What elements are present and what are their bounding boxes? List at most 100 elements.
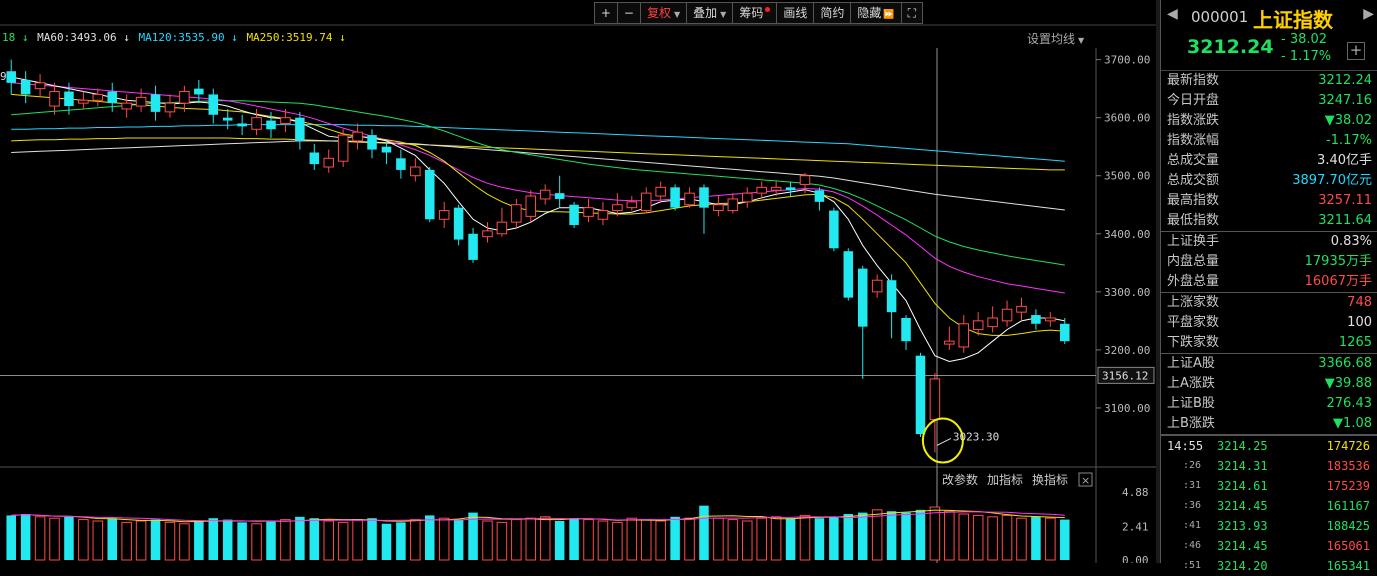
stat-label: 上证A股: [1167, 356, 1215, 371]
candle-body-up: [626, 201, 638, 209]
stat-row: 最新指数 3212.24: [1161, 71, 1377, 91]
candle-body-up: [438, 210, 450, 220]
stat-label: 上B涨跌: [1167, 416, 1215, 431]
tick-row: :36 3214.45 161167: [1161, 496, 1377, 516]
chevron-down-icon: ▼: [720, 10, 727, 19]
candle-body-down: [857, 268, 868, 327]
candle-body-down: [222, 117, 233, 121]
candle-body-up: [958, 323, 970, 348]
chevron-down-icon: ▼: [1078, 36, 1085, 45]
tick-list: 14:55 3214.25 174726:26 3214.31 183536:31 321…: [1161, 434, 1377, 576]
tick-time: :26: [1183, 460, 1202, 471]
candle-body-down: [381, 146, 392, 153]
draw-line-button[interactable]: 画线: [776, 2, 815, 24]
switch-indicator-button[interactable]: 换指标: [1032, 472, 1068, 487]
tick-volume: 161167: [1326, 499, 1370, 513]
stat-value: 1265: [1338, 335, 1372, 350]
edit-params-button[interactable]: 改参数: [942, 472, 978, 487]
candle-body-down: [295, 117, 305, 141]
chips-label: 筹码: [739, 6, 764, 20]
stat-value: 3366.68: [1318, 356, 1372, 371]
candle-body-down: [1031, 315, 1041, 324]
price-axis-label: 3600.00: [1104, 112, 1150, 125]
tick-price: 3214.25: [1217, 439, 1268, 453]
stat-label: 内盘总量: [1167, 254, 1220, 269]
chevron-down-icon: ▼: [673, 10, 681, 19]
tick-volume: 165061: [1326, 539, 1370, 553]
volume-bar-up: [583, 519, 594, 561]
forward-arrow-icon[interactable]: ▶: [1363, 6, 1374, 22]
ma-settings-button[interactable]: 设置均线 ▼: [1027, 30, 1084, 47]
tick-volume: 174726: [1326, 439, 1370, 453]
price-axis-label: 3200.00: [1104, 344, 1150, 357]
overlay-label: 叠加: [693, 6, 718, 20]
back-arrow-icon[interactable]: ◀: [1167, 6, 1178, 22]
candle-body-up: [1016, 305, 1027, 313]
volume-bar-down: [1060, 519, 1070, 560]
stat-value: 3.40亿手: [1317, 153, 1372, 168]
add-indicator-button[interactable]: 加指标: [987, 472, 1023, 487]
stat-label: 总成交额: [1167, 173, 1220, 188]
volume-bar-down: [237, 522, 247, 560]
ma-yellow-line: [11, 93, 1065, 336]
candle-body-up: [684, 192, 695, 206]
index-name: 上证指数: [1253, 8, 1333, 32]
stat-row: 上B涨跌 ▼1.08: [1161, 414, 1377, 434]
stat-label: 上涨家数: [1167, 295, 1220, 310]
candle-body-up: [525, 195, 537, 217]
stat-value: 276.43: [1326, 396, 1373, 411]
index-code: 000001: [1191, 8, 1249, 26]
volume-bar-down: [554, 520, 565, 560]
zoom-out-button[interactable]: −: [616, 2, 641, 24]
volume-bar-up: [684, 517, 695, 561]
candle-body-down: [843, 251, 854, 298]
hide-button[interactable]: 隐藏 ⏩: [850, 2, 902, 24]
zoom-in-button[interactable]: +: [593, 2, 618, 24]
candle-body-down: [266, 120, 276, 130]
quote-panel: ◀ 000001 上证指数 ▶ 3212.24 - 38.02 - 1.17% …: [1160, 0, 1377, 573]
ma-settings-label: 设置均线: [1027, 32, 1076, 46]
stat-value: 3257.11: [1318, 193, 1372, 208]
volume-bar-down: [829, 516, 839, 560]
stat-row: 上A涨跌 ▼39.88: [1161, 374, 1377, 394]
candle-body-up: [987, 317, 998, 328]
tick-volume: 175239: [1326, 479, 1370, 493]
simple-mode-button[interactable]: 简约: [813, 2, 852, 24]
stat-row: 外盘总量 16067万手: [1161, 272, 1377, 292]
candle-body-down: [396, 158, 406, 170]
kline-chart-area[interactable]: 3700.00 3600.00 3500.00 3400.00 3300.00 3200.…: [0, 0, 1156, 563]
stat-row: 内盘总量 17935万手: [1161, 252, 1377, 272]
overlay-button[interactable]: 叠加 ▼: [686, 2, 734, 24]
tick-volume: 188425: [1326, 519, 1370, 533]
add-watchlist-button[interactable]: +: [1347, 42, 1365, 60]
stat-label: 指数涨幅: [1167, 133, 1220, 148]
stat-value: 3211.64: [1318, 213, 1372, 228]
chips-button[interactable]: 筹码: [732, 2, 778, 24]
volume-bar-down: [194, 520, 204, 560]
fullscreen-button[interactable]: ⛶: [900, 2, 923, 24]
stat-value: 3247.16: [1318, 93, 1372, 108]
adjust-button[interactable]: 复权 ▼: [639, 2, 688, 24]
volume-bar-down: [453, 519, 464, 560]
stat-value: -1.17%: [1326, 133, 1372, 148]
candle-body-up: [496, 221, 508, 235]
candle-body-up: [799, 175, 811, 185]
kline-svg[interactable]: 3700.00 3600.00 3500.00 3400.00 3300.00 3200.…: [0, 0, 1156, 563]
price-axis-label: 3300.00: [1104, 286, 1150, 299]
tick-price: 3214.31: [1217, 459, 1268, 473]
ma-legend-item: MA120:3535.90 ↓: [138, 31, 245, 44]
candle-body-up: [121, 102, 132, 110]
stat-label: 下跌家数: [1167, 335, 1220, 350]
candle-body-up: [34, 82, 46, 90]
hide-label: 隐藏: [857, 6, 882, 20]
candle-body-down: [699, 187, 709, 208]
candle-body-down: [785, 187, 796, 191]
stat-value: 100: [1347, 315, 1372, 330]
stat-row: 最高指数 3257.11: [1161, 191, 1377, 211]
stat-row: 指数涨跌 ▼38.02: [1161, 111, 1377, 131]
volume-bar-up: [1045, 517, 1056, 561]
volume-axis-label: 4.88: [1122, 486, 1149, 499]
candle-body-down: [901, 317, 911, 342]
chart-toolbar: + − 复权 ▼ 叠加 ▼ 筹码 画线 简约 隐藏 ⏩ ⛶: [593, 2, 923, 24]
volume-bar-up: [597, 520, 609, 561]
